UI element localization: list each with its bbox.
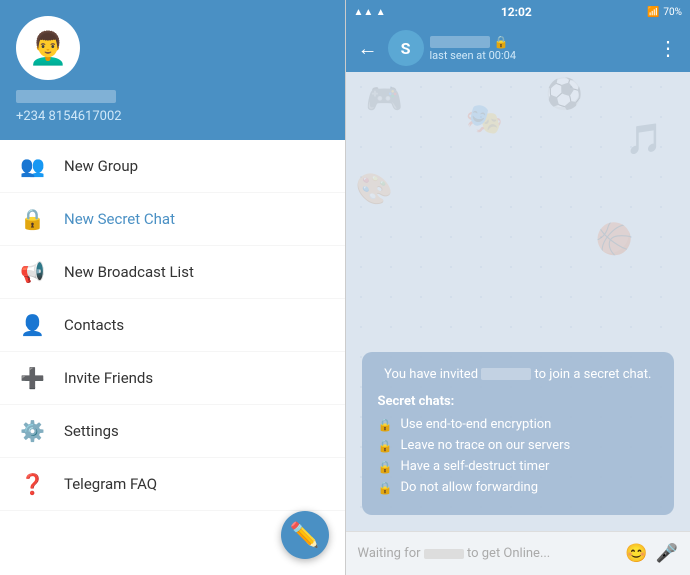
menu-item-broadcast[interactable]: 📢 New Broadcast List: [0, 246, 345, 299]
feature-self-destruct: 🔒 Have a self-destruct timer: [378, 459, 659, 474]
menu-item-new-secret-chat[interactable]: 🔒 New Secret Chat: [0, 193, 345, 246]
menu-avatar: 👨‍🦱: [16, 16, 80, 80]
status-icons-right: 📶 70%: [647, 7, 682, 18]
time-right: 12:02: [501, 5, 532, 19]
more-options-button[interactable]: ⋮: [654, 32, 682, 64]
bottom-action-icons: 😊 🎤: [625, 543, 678, 564]
lock-icon-toolbar: 🔒: [494, 35, 509, 49]
menu-label-contacts: Contacts: [64, 316, 124, 334]
contact-name-placeholder: [430, 36, 490, 48]
contacts-icon: 👤: [20, 313, 44, 337]
doodle-4: 🎨: [356, 172, 393, 207]
lock-icon-feature-2: 🔒: [378, 439, 393, 453]
menu-header: 👨‍🦱 +234 8154617002: [0, 0, 345, 140]
side-menu: 👨‍🦱 +234 8154617002 👥 New Group 🔒 New Se…: [0, 0, 345, 575]
invite-suffix: to join a secret chat.: [534, 367, 651, 382]
chat-avatar-toolbar: S: [388, 30, 424, 66]
menu-items-list: 👥 New Group 🔒 New Secret Chat 📢 New Broa…: [0, 140, 345, 511]
settings-icon: ⚙️: [20, 419, 44, 443]
menu-item-settings[interactable]: ⚙️ Settings: [0, 405, 345, 458]
secret-chat-info-bubble: You have invited to join a secret chat. …: [362, 352, 675, 515]
menu-label-invite: Invite Friends: [64, 369, 153, 387]
feature-text-3: Have a self-destruct timer: [400, 459, 549, 474]
invited-user-placeholder: [481, 368, 531, 380]
left-panel: ▲▲ ▲ 11:48 📶 🔋 🔍 Tue i... 11:44: [0, 0, 345, 575]
back-button[interactable]: ←: [354, 32, 382, 65]
compose-fab[interactable]: ✏️: [281, 511, 329, 559]
feature-no-forward: 🔒 Do not allow forwarding: [378, 480, 659, 495]
feature-text-4: Do not allow forwarding: [400, 480, 538, 495]
lock-icon-feature-4: 🔒: [378, 481, 393, 495]
menu-phone: +234 8154617002: [16, 109, 329, 124]
avatar-emoji: 👨‍🦱: [28, 29, 68, 67]
waiting-user-placeholder: [424, 549, 464, 559]
menu-label-new-secret-chat: New Secret Chat: [64, 210, 175, 228]
secret-chats-label: Secret chats:: [378, 394, 659, 409]
doodle-2: ⚽: [546, 77, 583, 112]
toolbar-info: 🔒 last seen at 00:04: [430, 35, 649, 62]
menu-label-settings: Settings: [64, 422, 119, 440]
waiting-prefix: Waiting for: [358, 546, 424, 561]
secret-chat-icon: 🔒: [20, 207, 44, 231]
menu-item-new-group[interactable]: 👥 New Group: [0, 140, 345, 193]
invite-icon: ➕: [20, 366, 44, 390]
waiting-suffix: to get Online...: [467, 546, 550, 561]
doodle-3: 🎵: [626, 122, 663, 157]
lock-icon-feature-1: 🔒: [378, 418, 393, 432]
feature-no-trace: 🔒 Leave no trace on our servers: [378, 438, 659, 453]
invite-text: You have invited to join a secret chat.: [378, 366, 659, 384]
faq-icon: ❓: [20, 472, 44, 496]
doodle-6: 🎭: [466, 102, 503, 137]
chat-bottom-bar: Waiting for to get Online... 😊 🎤: [346, 531, 690, 575]
signal-indicator-right: ▲▲ ▲: [354, 7, 386, 18]
menu-label-faq: Telegram FAQ: [64, 475, 157, 493]
lock-icon-feature-3: 🔒: [378, 460, 393, 474]
wifi-icon-right: 📶: [647, 7, 659, 18]
menu-username: [16, 90, 116, 103]
doodle-5: 🏀: [596, 222, 633, 257]
menu-item-faq[interactable]: ❓ Telegram FAQ: [0, 458, 345, 511]
waiting-text: Waiting for to get Online...: [358, 546, 618, 561]
broadcast-icon: 📢: [20, 260, 44, 284]
status-bar-right: ▲▲ ▲ 12:02 📶 70%: [346, 0, 690, 24]
invite-prefix: You have invited: [384, 367, 481, 382]
right-panel: ▲▲ ▲ 12:02 📶 70% ← S 🔒 last seen at 00:0…: [346, 0, 690, 575]
smiley-icon[interactable]: 😊: [625, 543, 647, 564]
mic-icon[interactable]: 🎤: [656, 543, 678, 564]
compose-icon: ✏️: [290, 521, 320, 549]
menu-item-contacts[interactable]: 👤 Contacts: [0, 299, 345, 352]
menu-item-invite[interactable]: ➕ Invite Friends: [0, 352, 345, 405]
menu-label-new-group: New Group: [64, 157, 138, 175]
feature-text-2: Leave no trace on our servers: [400, 438, 570, 453]
avatar-letter: S: [401, 39, 411, 58]
doodle-1: 🎮: [366, 82, 403, 117]
feature-encryption: 🔒 Use end-to-end encryption: [378, 417, 659, 432]
battery-right: 70%: [663, 7, 682, 18]
group-icon: 👥: [20, 154, 44, 178]
chat-body: 🎮 ⚽ 🎵 🎨 🏀 🎭 You have invited to join a s…: [346, 72, 690, 531]
toolbar-name-row: 🔒: [430, 35, 649, 49]
chat-toolbar: ← S 🔒 last seen at 00:04 ⋮: [346, 24, 690, 72]
last-seen-status: last seen at 00:04: [430, 49, 649, 62]
feature-text-1: Use end-to-end encryption: [400, 417, 551, 432]
menu-label-broadcast: New Broadcast List: [64, 263, 194, 281]
